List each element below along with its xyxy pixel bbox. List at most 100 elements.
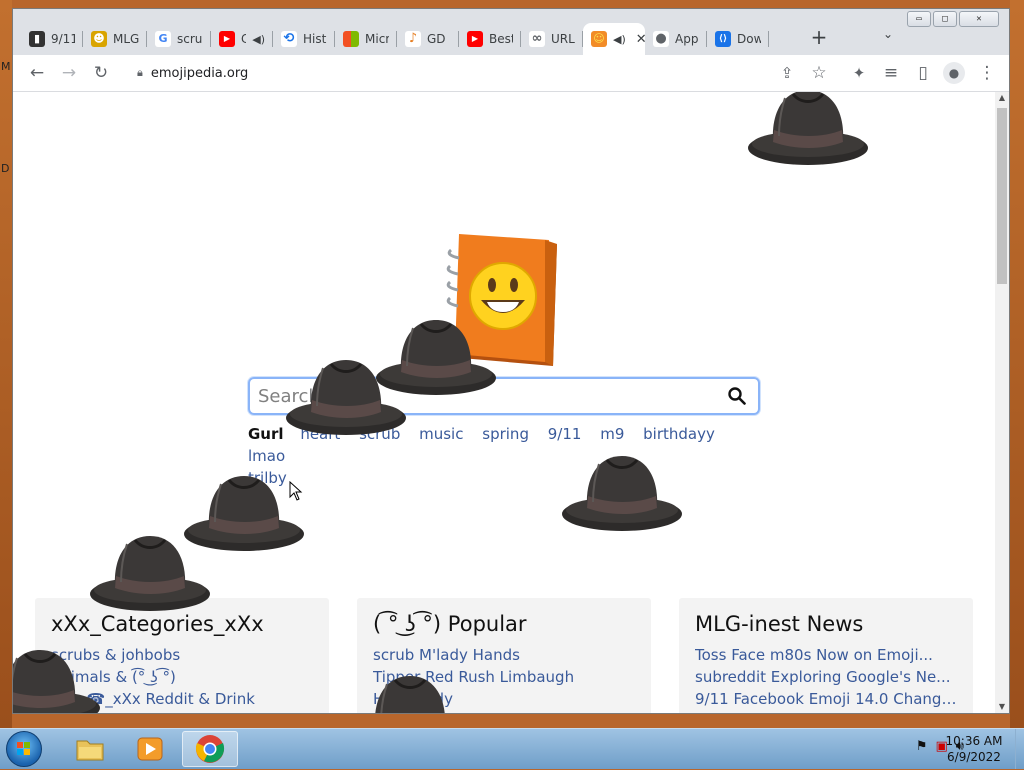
minimize-button[interactable]: ▭	[907, 11, 931, 27]
taskbar-chrome[interactable]	[182, 731, 238, 767]
chrome-menu-icon[interactable]: ⋮	[975, 61, 999, 85]
mlg-face-icon: ☻	[91, 31, 107, 47]
desktop-wallpaper-left	[0, 0, 12, 728]
card-link[interactable]: 9/11 Facebook Emoji 14.0 Change...	[695, 688, 957, 710]
tab-label: URL	[551, 32, 575, 46]
windows-logo-icon	[17, 742, 30, 755]
trending-link[interactable]: spring	[482, 425, 529, 443]
fedora-hat-image	[745, 92, 871, 168]
vertical-scrollbar[interactable]: ▲ ▼	[995, 92, 1009, 713]
tab-label: Dow	[737, 32, 761, 46]
tab-youtube-playing[interactable]: ▶ C ◀)	[211, 23, 273, 55]
scroll-down-icon[interactable]: ▼	[995, 701, 1009, 713]
media-control-icon[interactable]: ≡	[879, 61, 903, 85]
address-bar[interactable]: 🔒︎ emojipedia.org	[125, 59, 825, 87]
window-controls: ▭ □ ✕	[907, 11, 999, 27]
extensions-icon[interactable]: ✦	[847, 61, 871, 85]
lock-icon[interactable]: 🔒︎	[137, 66, 143, 80]
trending-link[interactable]: 9/11	[548, 425, 582, 443]
forward-button[interactable]: →	[57, 61, 81, 85]
taskbar-media-player[interactable]	[122, 731, 178, 767]
tab-label: Micr	[365, 32, 389, 46]
maximize-button[interactable]: □	[933, 11, 957, 27]
tab-label: MLG	[113, 32, 139, 46]
desktop-wallpaper-right	[1010, 0, 1024, 728]
tab-label: Appl	[675, 32, 699, 46]
bookmark-star-icon[interactable]: ☆	[807, 61, 831, 85]
card-title: xXx_Categories_xXx	[51, 612, 264, 636]
guitar-icon: ♪	[405, 31, 421, 47]
tab-label: Best	[489, 32, 513, 46]
history-icon: ⟲	[281, 31, 297, 47]
tab-label: GD	[427, 32, 446, 46]
tab-search-button[interactable]: ⌄	[883, 27, 893, 41]
news-card: MLG-inest News Toss Face m80s Now on Emo…	[679, 598, 973, 713]
profile-avatar-icon[interactable]: ●	[943, 62, 965, 84]
tab-label: 9/11	[51, 32, 75, 46]
download-icon: ⟨⟩	[715, 31, 731, 47]
tab-apple[interactable]: ● Appl	[645, 23, 707, 55]
microsoft-icon	[343, 31, 359, 47]
tab-history[interactable]: ⟲ Histo	[273, 23, 335, 55]
link-icon: ∞	[529, 31, 545, 47]
desktop-icon-label: M	[1, 60, 11, 73]
media-player-icon	[137, 737, 163, 761]
tab-gd[interactable]: ♪ GD	[397, 23, 459, 55]
card-link[interactable]: scrub M'lady Hands	[373, 644, 635, 666]
mouse-cursor-icon	[289, 481, 303, 501]
back-button[interactable]: ←	[25, 61, 49, 85]
tab-mlg[interactable]: ☻ MLG	[83, 23, 147, 55]
fedora-hat-image	[283, 350, 409, 438]
new-tab-button[interactable]: +	[805, 23, 833, 51]
trending-link[interactable]: m9	[600, 425, 624, 443]
scrollbar-thumb[interactable]	[997, 108, 1007, 284]
phone-icon: ▮	[29, 31, 45, 47]
trending-label: Gurl	[248, 425, 284, 443]
browser-window: ▭ □ ✕ ▮ 9/11 ☻ MLG G scrub ▶ C ◀)	[12, 8, 1010, 714]
search-button[interactable]	[722, 381, 752, 411]
browser-toolbar: ← → ↻ 🔒︎ emojipedia.org ⇪ ☆ ✦ ≡ ▯ ● ⋮	[13, 55, 1009, 92]
tab-download[interactable]: ⟨⟩ Dow	[707, 23, 769, 55]
speaker-icon[interactable]: ◀)	[252, 33, 265, 46]
fedora-hat-image	[347, 666, 473, 713]
tab-label: C	[241, 32, 247, 46]
share-icon[interactable]: ⇪	[775, 61, 799, 85]
youtube-icon: ▶	[467, 31, 483, 47]
close-window-button[interactable]: ✕	[959, 11, 999, 27]
close-tab-icon[interactable]: ✕	[636, 32, 645, 47]
tab-label: scrub	[177, 32, 203, 46]
url-text[interactable]: emojipedia.org	[151, 66, 248, 81]
taskbar-explorer[interactable]	[62, 731, 118, 767]
fedora-hat-image	[13, 640, 103, 713]
reload-button[interactable]: ↻	[89, 61, 113, 85]
tab-list: ▮ 9/11 ☻ MLG G scrub ▶ C ◀) ⟲ Histo	[21, 23, 769, 55]
youtube-icon: ▶	[219, 31, 235, 47]
scroll-up-icon[interactable]: ▲	[995, 92, 1009, 104]
windows-taskbar: ⚑ ▣ 🔊︎ 10:36 AM 6/9/2022	[0, 728, 1024, 769]
tab-scrub[interactable]: G scrub	[147, 23, 211, 55]
start-button[interactable]	[6, 731, 42, 767]
desktop-icon-label: D	[1, 162, 10, 175]
fedora-hat-image	[87, 526, 213, 614]
action-center-icon[interactable]: ⚑	[916, 739, 928, 754]
trending-link[interactable]: music	[419, 425, 463, 443]
apple-icon: ●	[653, 31, 669, 47]
side-panel-icon[interactable]: ▯	[911, 61, 935, 85]
card-link[interactable]: subreddit Exploring Google's Ne...	[695, 666, 957, 688]
speaker-icon[interactable]: ◀)	[613, 33, 626, 46]
tab-microsoft[interactable]: Micr	[335, 23, 397, 55]
tab-url[interactable]: ∞ URL	[521, 23, 583, 55]
show-desktop-button[interactable]	[1015, 729, 1024, 769]
page-viewport: Gurl heart scrub music spring 9/11 m9 bi…	[13, 92, 995, 713]
fedora-hat-image	[559, 446, 685, 534]
emojipedia-icon: ☺	[591, 31, 607, 47]
tab-911[interactable]: ▮ 9/11	[21, 23, 83, 55]
tab-best[interactable]: ▶ Best	[459, 23, 521, 55]
clock-time: 10:36 AM	[945, 734, 1003, 748]
system-clock[interactable]: 10:36 AM 6/9/2022	[934, 733, 1014, 765]
tab-emojipedia-active[interactable]: ☺ ◀) ✕	[583, 23, 645, 55]
card-title: ( ͡° ͜ʖ ͡°) Popular	[373, 612, 527, 636]
google-icon: G	[155, 31, 171, 47]
clock-date: 6/9/2022	[947, 750, 1001, 764]
card-link[interactable]: Toss Face m80s Now on Emoji...	[695, 644, 957, 666]
